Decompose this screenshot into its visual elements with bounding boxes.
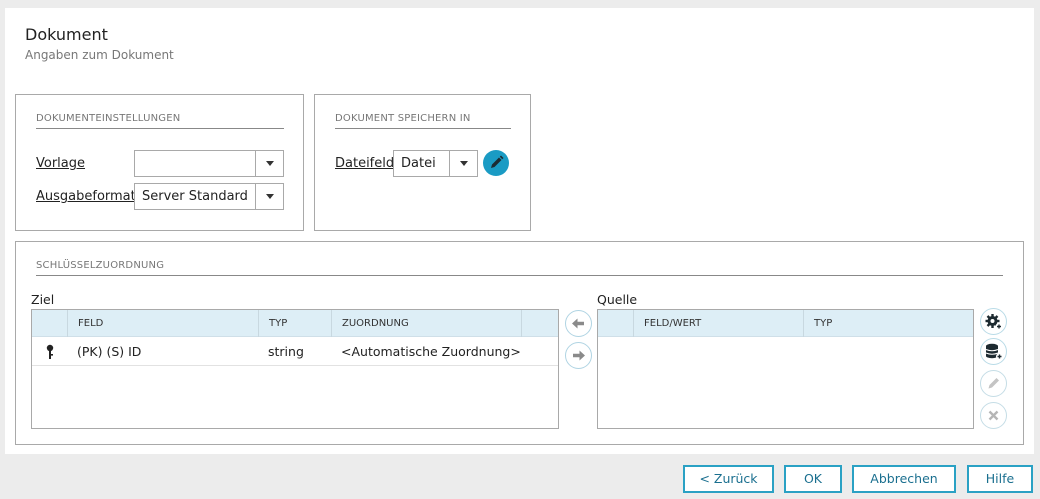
key-mapping-legend: SCHLÜSSELZUORDNUNG (36, 260, 165, 271)
map-right-button[interactable] (565, 342, 592, 369)
close-icon (988, 410, 999, 421)
edit-source-button[interactable] (980, 370, 1007, 397)
gear-add-icon (985, 314, 1003, 330)
dateifeld-value: Datei (401, 156, 436, 171)
vorlage-label: Vorlage (36, 156, 85, 171)
chevron-down-icon[interactable] (449, 151, 477, 176)
document-settings-panel: DOKUMENTEINSTELLUNGEN Vorlage Ausgabefor… (15, 94, 304, 231)
delete-source-button[interactable] (980, 402, 1007, 429)
arrow-left-icon (572, 318, 584, 329)
cell-zuordnung: <Automatische Zuordnung> (341, 344, 521, 359)
ausgabeformat-label: Ausgabeformat (36, 189, 136, 204)
table-row[interactable]: (PK) (S) ID string <Automatische Zuordnu… (32, 338, 558, 366)
column-header-feld[interactable]: FELD (68, 310, 259, 337)
dateifeld-label: Dateifeld (335, 156, 394, 171)
vorlage-select[interactable] (134, 150, 284, 177)
column-header-zuordnung[interactable]: ZUORDNUNG (332, 310, 522, 337)
document-settings-legend: DOKUMENTEINSTELLUNGEN (36, 113, 181, 124)
key-icon (46, 344, 54, 359)
legend-divider (335, 128, 511, 129)
ausgabeformat-select[interactable]: Server Standard (134, 183, 284, 210)
ziel-grid-header: FELD TYP ZUORDNUNG (32, 310, 558, 337)
add-source-button[interactable] (980, 338, 1007, 365)
page-title: Dokument (25, 25, 108, 44)
database-add-icon (985, 343, 1003, 360)
quelle-grid-header: FELD/WERT TYP (598, 310, 973, 337)
column-header-typ[interactable]: TYP (259, 310, 332, 337)
document-save-panel: DOKUMENT SPEICHERN IN Dateifeld Datei (314, 94, 531, 231)
column-header-feld-wert[interactable]: FELD/WERT (634, 310, 804, 337)
vorlage-label-text: Vorlage (36, 156, 86, 171)
quelle-label: Quelle (597, 292, 638, 307)
cell-feld: (PK) (S) ID (77, 344, 142, 359)
legend-divider (36, 275, 1003, 276)
map-left-button[interactable] (565, 310, 592, 337)
quelle-grid[interactable]: FELD/WERT TYP (597, 309, 974, 429)
document-save-legend: DOKUMENT SPEICHERN IN (335, 113, 471, 124)
pencil-icon (491, 155, 504, 168)
arrow-right-icon (573, 350, 585, 361)
ok-button[interactable]: OK (784, 465, 842, 493)
legend-divider (36, 128, 284, 129)
dateifeld-label-text: Dateifeld (335, 156, 395, 171)
back-button[interactable]: < Zurück (683, 465, 774, 493)
page-subtitle: Angaben zum Dokument (25, 48, 174, 62)
ausgabeformat-value: Server Standard (142, 189, 248, 204)
help-button[interactable]: Hilfe (967, 465, 1033, 493)
ziel-grid[interactable]: FELD TYP ZUORDNUNG (PK) (S) ID string <A… (31, 309, 559, 429)
ziel-label: Ziel (31, 292, 55, 307)
header-spacer (32, 310, 68, 337)
column-header-typ[interactable]: TYP (804, 310, 973, 337)
ausgabeformat-label-text: Ausgabeformat (36, 189, 136, 204)
cancel-button[interactable]: Abbrechen (852, 465, 956, 493)
chevron-down-icon[interactable] (255, 151, 283, 176)
edit-dateifeld-button[interactable] (483, 150, 509, 176)
cell-typ: string (268, 344, 304, 359)
dateifeld-select[interactable]: Datei (393, 150, 478, 177)
chevron-down-icon[interactable] (255, 184, 283, 209)
header-spacer (598, 310, 634, 337)
settings-button[interactable] (980, 308, 1007, 335)
pencil-icon (988, 378, 999, 389)
